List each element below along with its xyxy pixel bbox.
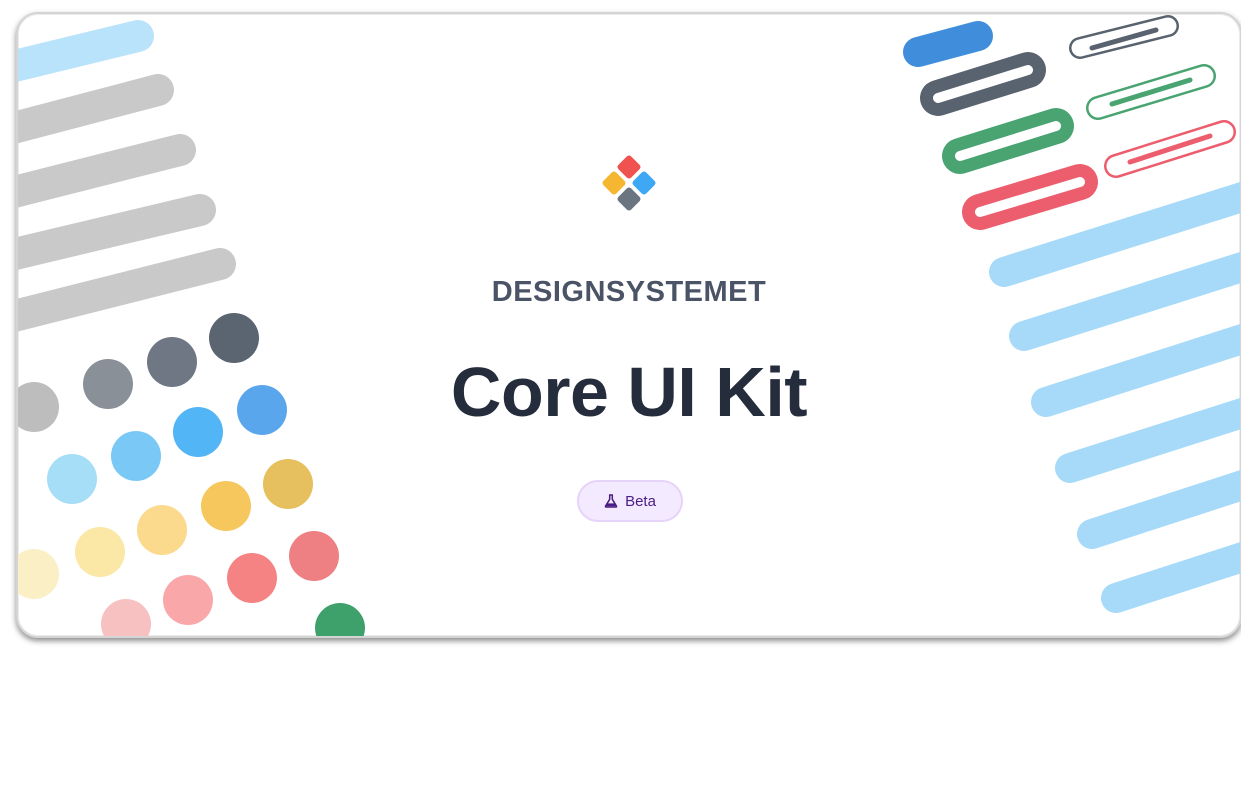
kit-cover-card: DESIGNSYSTEMET Core UI Kit Beta (16, 12, 1241, 638)
decorative-pattern (18, 15, 1240, 636)
beta-badge: Beta (577, 480, 683, 522)
designsystemet-logo-icon (596, 154, 664, 227)
card-reflection (16, 640, 1238, 798)
badge-label: Beta (625, 492, 656, 510)
flask-icon (604, 494, 618, 508)
page-title: Core UI Kit (450, 353, 808, 431)
brand-name: DESIGNSYSTEMET (491, 276, 767, 308)
